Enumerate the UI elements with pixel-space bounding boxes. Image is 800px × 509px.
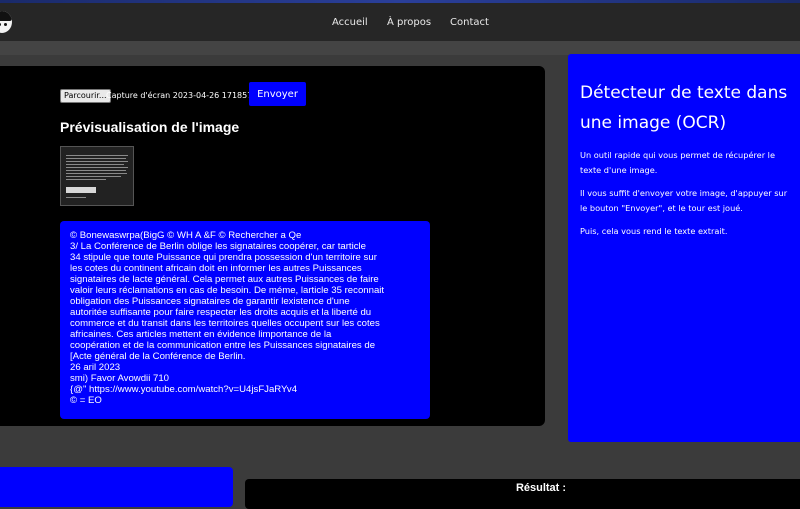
nav-link-accueil[interactable]: Accueil (332, 17, 368, 28)
browse-file-button[interactable]: Parcourir... (60, 89, 111, 103)
sidebar-paragraph-2: Il vous suffit d'envoyer votre image, d'… (580, 188, 788, 213)
image-preview-thumbnail (60, 146, 134, 206)
send-button[interactable]: Envoyer (249, 82, 306, 106)
result-label: Résultat : (515, 482, 567, 494)
result-panel: Résultat : (245, 479, 800, 509)
selected-file-name: Capture d'écran 2023-04-26 171857.png (106, 91, 271, 100)
ocr-text-output: © Bonewaswrpa(BigG © WH A &F © Recherche… (60, 221, 430, 419)
nav-link-a-propos[interactable]: À propos (387, 17, 431, 28)
sidebar-paragraph-3: Puis, cela vous rend le texte extrait. (580, 226, 728, 236)
header-gap (0, 41, 800, 55)
info-sidebar: Détecteur de texte dans une image (OCR) … (568, 54, 800, 442)
preview-title: Prévisualisation de l'image (60, 119, 240, 135)
navbar: Accueil À propos Contact (0, 3, 800, 41)
avatar-logo-icon[interactable] (0, 11, 12, 33)
nav-link-contact[interactable]: Contact (450, 17, 489, 28)
sidebar-title: Détecteur de texte dans une image (OCR) (580, 83, 788, 133)
bottom-blue-panel (0, 467, 233, 507)
sidebar-paragraph-1: Un outil rapide qui vous permet de récup… (580, 150, 775, 175)
